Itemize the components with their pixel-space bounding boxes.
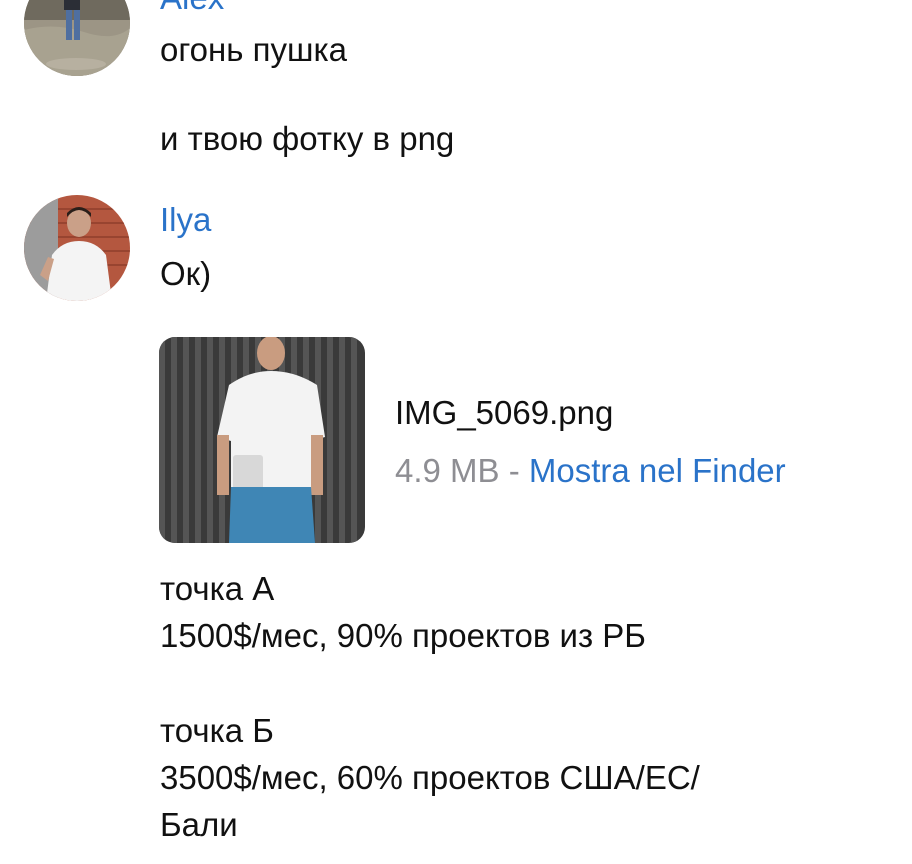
person-photo-avatar-icon xyxy=(24,0,130,76)
message-text-block: точка Б 3500$/мес, 60% проектов США/ЕС/ … xyxy=(160,707,700,848)
message-text-block: точка А 1500$/мес, 90% проектов из РБ xyxy=(160,565,646,659)
file-thumbnail[interactable] xyxy=(159,337,365,543)
file-size: 4.9 MB xyxy=(395,452,500,489)
message-text: и твою фотку в png xyxy=(160,120,455,157)
avatar-alex[interactable] xyxy=(24,0,130,76)
file-name[interactable]: IMG_5069.png xyxy=(395,392,613,434)
meta-separator: - xyxy=(499,452,529,489)
avatar-ilya[interactable] xyxy=(24,195,130,301)
message-text: Ок) xyxy=(160,255,212,292)
person-photo-avatar-icon xyxy=(24,195,130,301)
message-line: 3500$/мес, 60% проектов США/ЕС/ xyxy=(160,759,700,796)
message-line: точка Б xyxy=(160,712,274,749)
file-meta: 4.9 MB - Mostra nel Finder xyxy=(395,450,786,492)
sender-name-alex[interactable]: Alex xyxy=(160,0,224,18)
sender-name-ilya[interactable]: Ilya xyxy=(160,200,211,240)
message-text: огонь пушка xyxy=(160,31,347,68)
chat-view: Alex огонь пушка и твою фотку в png Ilya… xyxy=(0,0,912,864)
message-line: Бали xyxy=(160,806,238,843)
photo-thumbnail-icon xyxy=(159,337,365,543)
show-in-finder-link[interactable]: Mostra nel Finder xyxy=(529,452,786,489)
message-line: 1500$/мес, 90% проектов из РБ xyxy=(160,617,646,654)
message-line: точка А xyxy=(160,570,275,607)
